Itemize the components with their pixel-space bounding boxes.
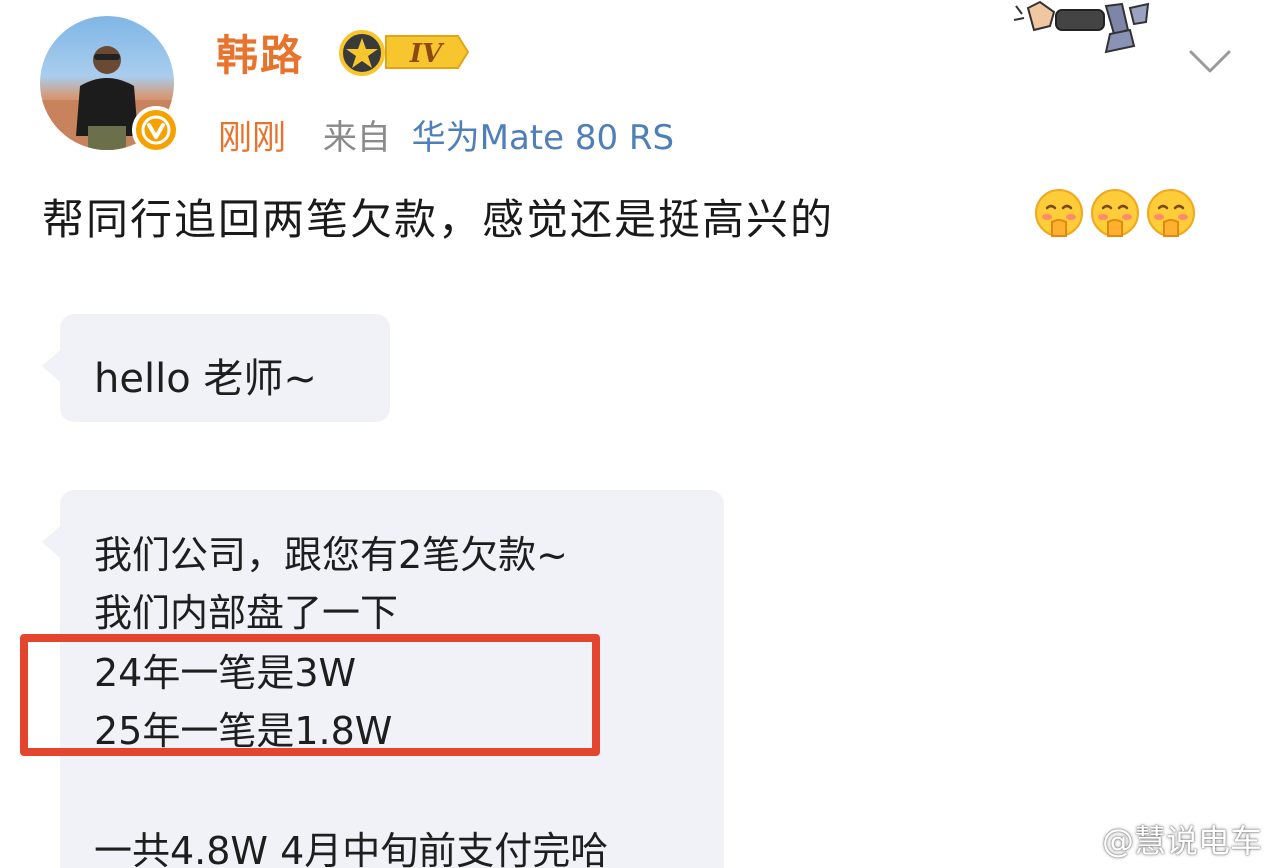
level-text: IV xyxy=(409,39,445,69)
verified-icon xyxy=(132,106,180,154)
emoji-group xyxy=(1034,188,1196,238)
weibo-logo-icon xyxy=(1056,825,1095,855)
weibo-post-screenshot: 韩路 IV 刚刚 来自 华为Mate 80 RS 帮同行追回两笔欠款，感觉还是挺… xyxy=(0,0,1272,868)
message-line: 我们公司，跟您有2笔欠款~ xyxy=(94,533,569,577)
shy-face-emoji-icon xyxy=(1091,189,1139,237)
chat-bubble-greeting: hello 老师~ xyxy=(42,314,390,422)
post-time: 刚刚 xyxy=(218,118,286,158)
message-line-total: 一共4.8W 4月中旬前支付完哈 xyxy=(94,829,609,868)
source-label: 来自 xyxy=(322,118,391,158)
source-device-link[interactable]: 华为Mate 80 RS xyxy=(412,118,675,158)
weibo-watermark: @慧说电车 xyxy=(1056,816,1262,862)
chevron-down-icon[interactable] xyxy=(1188,48,1232,76)
level-badge-icon: IV xyxy=(339,30,470,76)
username[interactable]: 韩路 xyxy=(216,22,304,83)
red-highlight-box xyxy=(20,634,600,756)
shy-face-emoji-icon xyxy=(1147,189,1195,237)
shy-face-emoji-icon xyxy=(1035,189,1083,237)
greeting-text: hello 老师~ xyxy=(94,356,317,402)
cartoon-sticker-icon xyxy=(1013,0,1150,54)
post-meta: 刚刚 来自 华为Mate 80 RS xyxy=(218,110,674,159)
message-line: 我们内部盘了一下 xyxy=(94,591,399,635)
post-body-text: 帮同行追回两笔欠款，感觉还是挺高兴的 xyxy=(42,195,835,244)
watermark-text: @慧说电车 xyxy=(1102,822,1263,860)
